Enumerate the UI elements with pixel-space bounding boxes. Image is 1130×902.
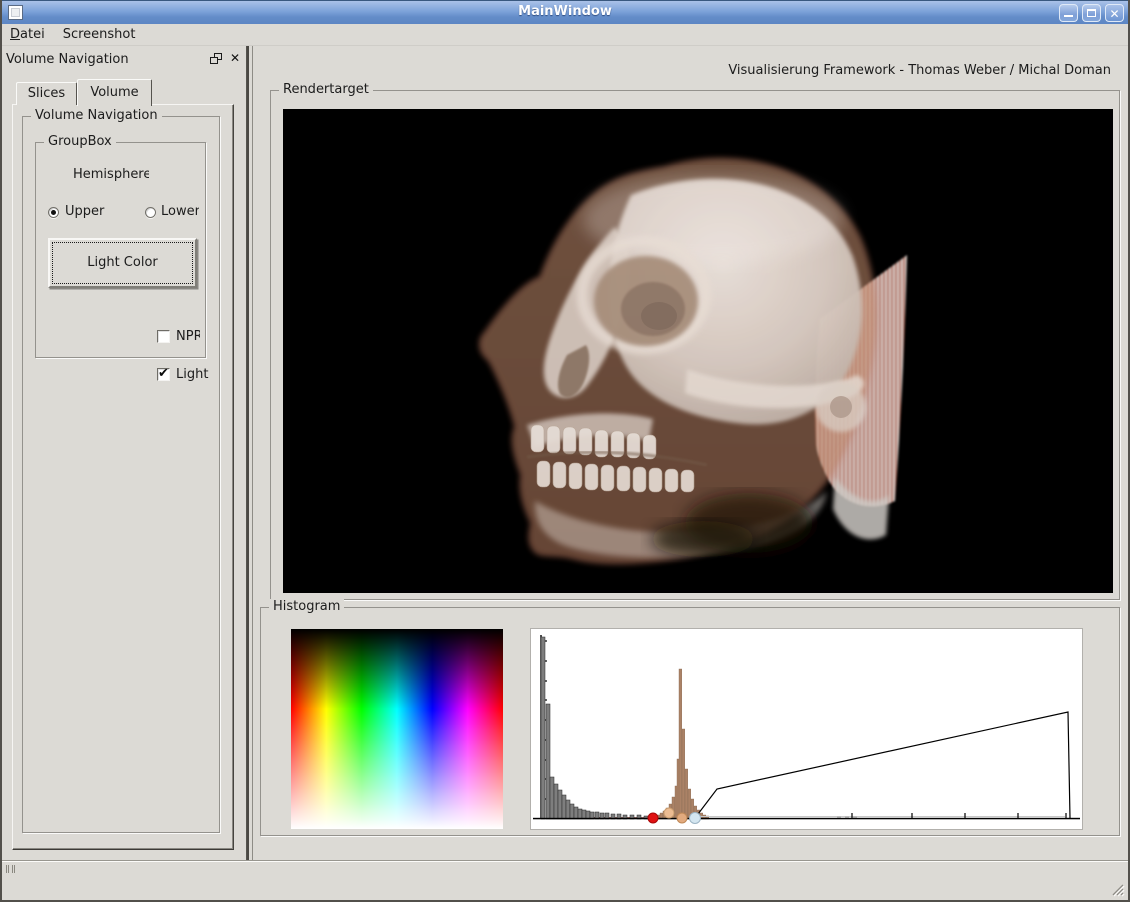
rendertarget-group-label: Rendertarget [279,82,373,97]
npr-checkbox-label: NPR [176,329,200,344]
radio-upper-dot [51,210,56,215]
hemisphere-radio-row: Upper Lower [0,206,247,222]
radio-lower-label: Lower [161,204,199,219]
tab-volume[interactable]: Volume [77,79,152,106]
credit-label: Visualisierung Framework - Thomas Weber … [728,63,1111,78]
central-widget: Visualisierung Framework - Thomas Weber … [253,46,1130,860]
rendertarget-group: Rendertarget [270,90,1120,600]
volume-navigation-group-label: Volume Navigation [31,108,162,123]
minimize-button[interactable] [1059,4,1078,22]
histogram-group-label: Histogram [269,599,344,614]
main-window: MainWindow ✕ Datei Screenshot Volume Nav… [0,0,1130,902]
resize-grip[interactable] [1111,883,1125,897]
hemisphere-label: Hemisphere [73,167,149,184]
statusbar [0,860,1130,902]
render-viewport[interactable] [283,109,1113,593]
menu-screenshot[interactable]: Screenshot [55,25,144,44]
light-checkbox[interactable]: ✔ [157,368,170,381]
transfer-function-histogram[interactable] [531,629,1082,829]
dock-float-icon[interactable] [210,53,222,64]
menubar: Datei Screenshot [0,24,1130,46]
light-color-button[interactable]: Light Color [48,238,197,288]
radio-upper-label: Upper [65,204,107,219]
dock-title: Volume Navigation [6,52,129,67]
radio-lower[interactable] [145,207,156,218]
titlebar-buttons: ✕ [1059,4,1124,22]
status-handle-icon [6,865,15,873]
tabbar: Slices Volume [16,79,152,105]
minimize-icon [1064,15,1073,17]
light-checkbox-check-icon: ✔ [158,366,169,381]
titlebar[interactable]: MainWindow ✕ [0,0,1130,24]
maximize-icon [1087,9,1096,17]
close-button[interactable]: ✕ [1105,4,1124,22]
menu-datei[interactable]: Datei [2,25,53,44]
dock-titlebar[interactable]: Volume Navigation ✕ [4,50,242,70]
color-palette-picker[interactable] [291,629,503,829]
window-title: MainWindow [0,4,1130,19]
hemisphere-groupbox-label: GroupBox [44,134,116,149]
light-checkbox-label: Light [176,367,212,382]
npr-checkbox[interactable] [157,330,170,343]
radio-upper[interactable] [48,207,59,218]
dock-volume-navigation: Volume Navigation ✕ Slices Volume Volume… [0,46,247,860]
tab-slices[interactable]: Slices [16,82,77,105]
histogram-group: Histogram [260,607,1120,836]
skull-volume-rendering [283,109,1113,593]
close-icon: ✕ [1106,6,1123,22]
dock-close-icon[interactable]: ✕ [230,52,240,64]
maximize-button[interactable] [1082,4,1101,22]
